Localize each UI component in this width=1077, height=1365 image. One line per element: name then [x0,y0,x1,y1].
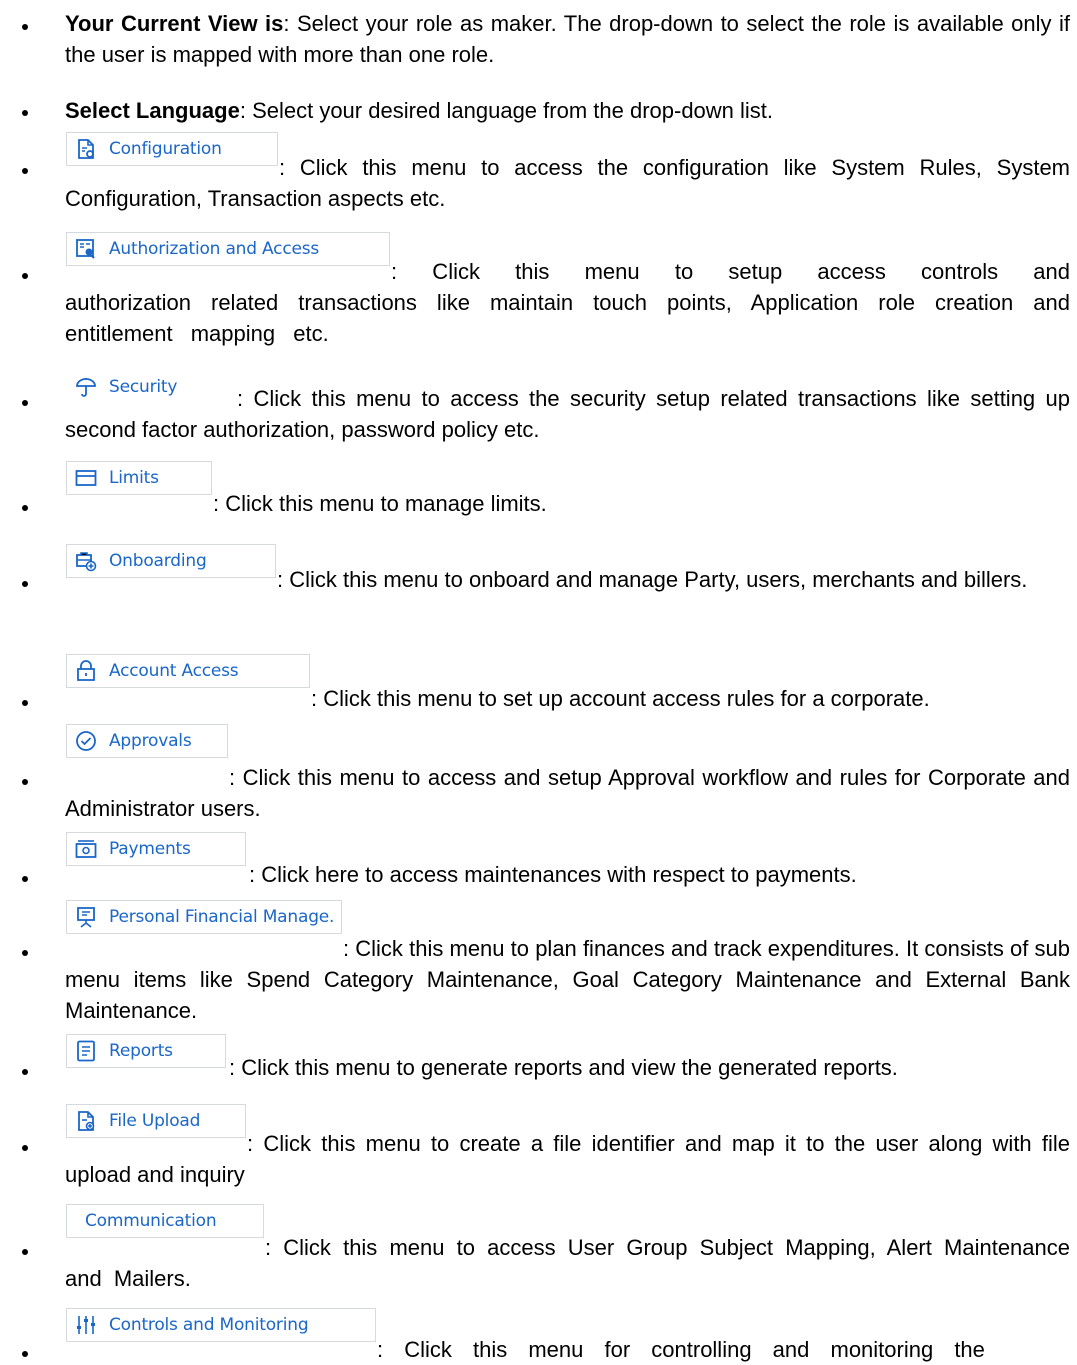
item-description: : Click this menu to access User Group S… [65,1235,1070,1291]
item-description: : Click here to access maintenances with… [249,862,857,887]
item-paragraph: : Click this menu to plan finances and t… [65,933,1070,1026]
bullet [22,1249,28,1255]
item-description: : Click this menu to access the configur… [65,155,1070,211]
approvals-menu-button[interactable]: Approvals [66,724,228,758]
item-paragraph: Select Language: Select your desired lan… [65,95,1070,126]
menu-label: Payments [109,839,191,859]
menu-description-list: Your Current View is: Select your role a… [0,0,1077,1362]
bullet [22,700,28,706]
bullet [22,24,28,30]
item-paragraph: : Click this menu to access the security… [65,383,1070,445]
bullet [22,1145,28,1151]
item-description: : Select your desired language from the … [239,98,774,123]
item-paragraph: : Click this menu to setup access contro… [65,256,1070,349]
bullet [22,950,28,956]
item-term: Your Current View is [65,11,284,36]
item-description: : Click this menu to setup access contro… [65,259,1070,346]
item-paragraph: : Click this menu to access the configur… [65,152,1070,214]
item-paragraph: : Click this menu to access User Group S… [65,1232,1070,1294]
item-paragraph: : Click this menu to onboard and manage … [65,564,1070,595]
item-paragraph: : Click here to access maintenances with… [65,859,1070,890]
item-paragraph: : Click this menu to set up account acce… [65,683,1070,714]
limits-card-icon [75,467,97,489]
bullet [22,273,28,279]
item-description: : Click this menu to generate reports an… [229,1055,898,1080]
controls-monitoring-menu-button[interactable]: Controls and Monitoring [66,1308,376,1342]
item-paragraph: : Click this menu for controlling and mo… [377,1334,1070,1365]
item-description: : Click this menu to create a file ident… [65,1131,1070,1187]
item-paragraph: : Click this menu to generate reports an… [65,1052,1070,1083]
item-paragraph: Your Current View is: Select your role a… [65,8,1070,70]
lock-icon [75,660,97,682]
item-description: : Click this menu to set up account acce… [311,686,930,711]
item-description: : Click this menu to plan finances and t… [65,936,1070,1023]
bullet [22,1351,28,1357]
item-term: Select Language [65,98,240,123]
bullet [22,110,28,116]
financial-board-icon [75,906,97,928]
item-paragraph: : Click this menu to create a file ident… [65,1128,1070,1190]
item-description: : Click this menu to manage limits. [213,491,547,516]
item-description: : Click this menu to onboard and manage … [277,567,1028,592]
menu-label: Account Access [109,661,239,681]
bullet [22,779,28,785]
item-paragraph: : Click this menu to access and setup Ap… [65,762,1070,824]
menu-label: Controls and Monitoring [109,1315,309,1335]
menu-label: Limits [109,468,159,488]
bullet [22,876,28,882]
bullet [22,168,28,174]
item-description: : Click this menu to access the security… [65,386,1070,442]
bullet [22,1069,28,1075]
bullet [22,581,28,587]
item-description: : Click this menu for controlling and mo… [377,1337,985,1362]
personal-finance-menu-button[interactable]: Personal Financial Manage. [66,900,342,934]
payments-icon [75,838,97,860]
check-circle-icon [75,730,97,752]
item-description: : Click this menu to access and setup Ap… [65,765,1070,821]
bullet [22,400,28,406]
sliders-icon [75,1314,97,1336]
menu-label: Approvals [109,731,192,751]
item-paragraph: : Click this menu to manage limits. [65,488,1070,519]
bullet [22,505,28,511]
menu-label: Communication [85,1211,217,1231]
menu-label: Personal Financial Manage. [109,907,335,927]
